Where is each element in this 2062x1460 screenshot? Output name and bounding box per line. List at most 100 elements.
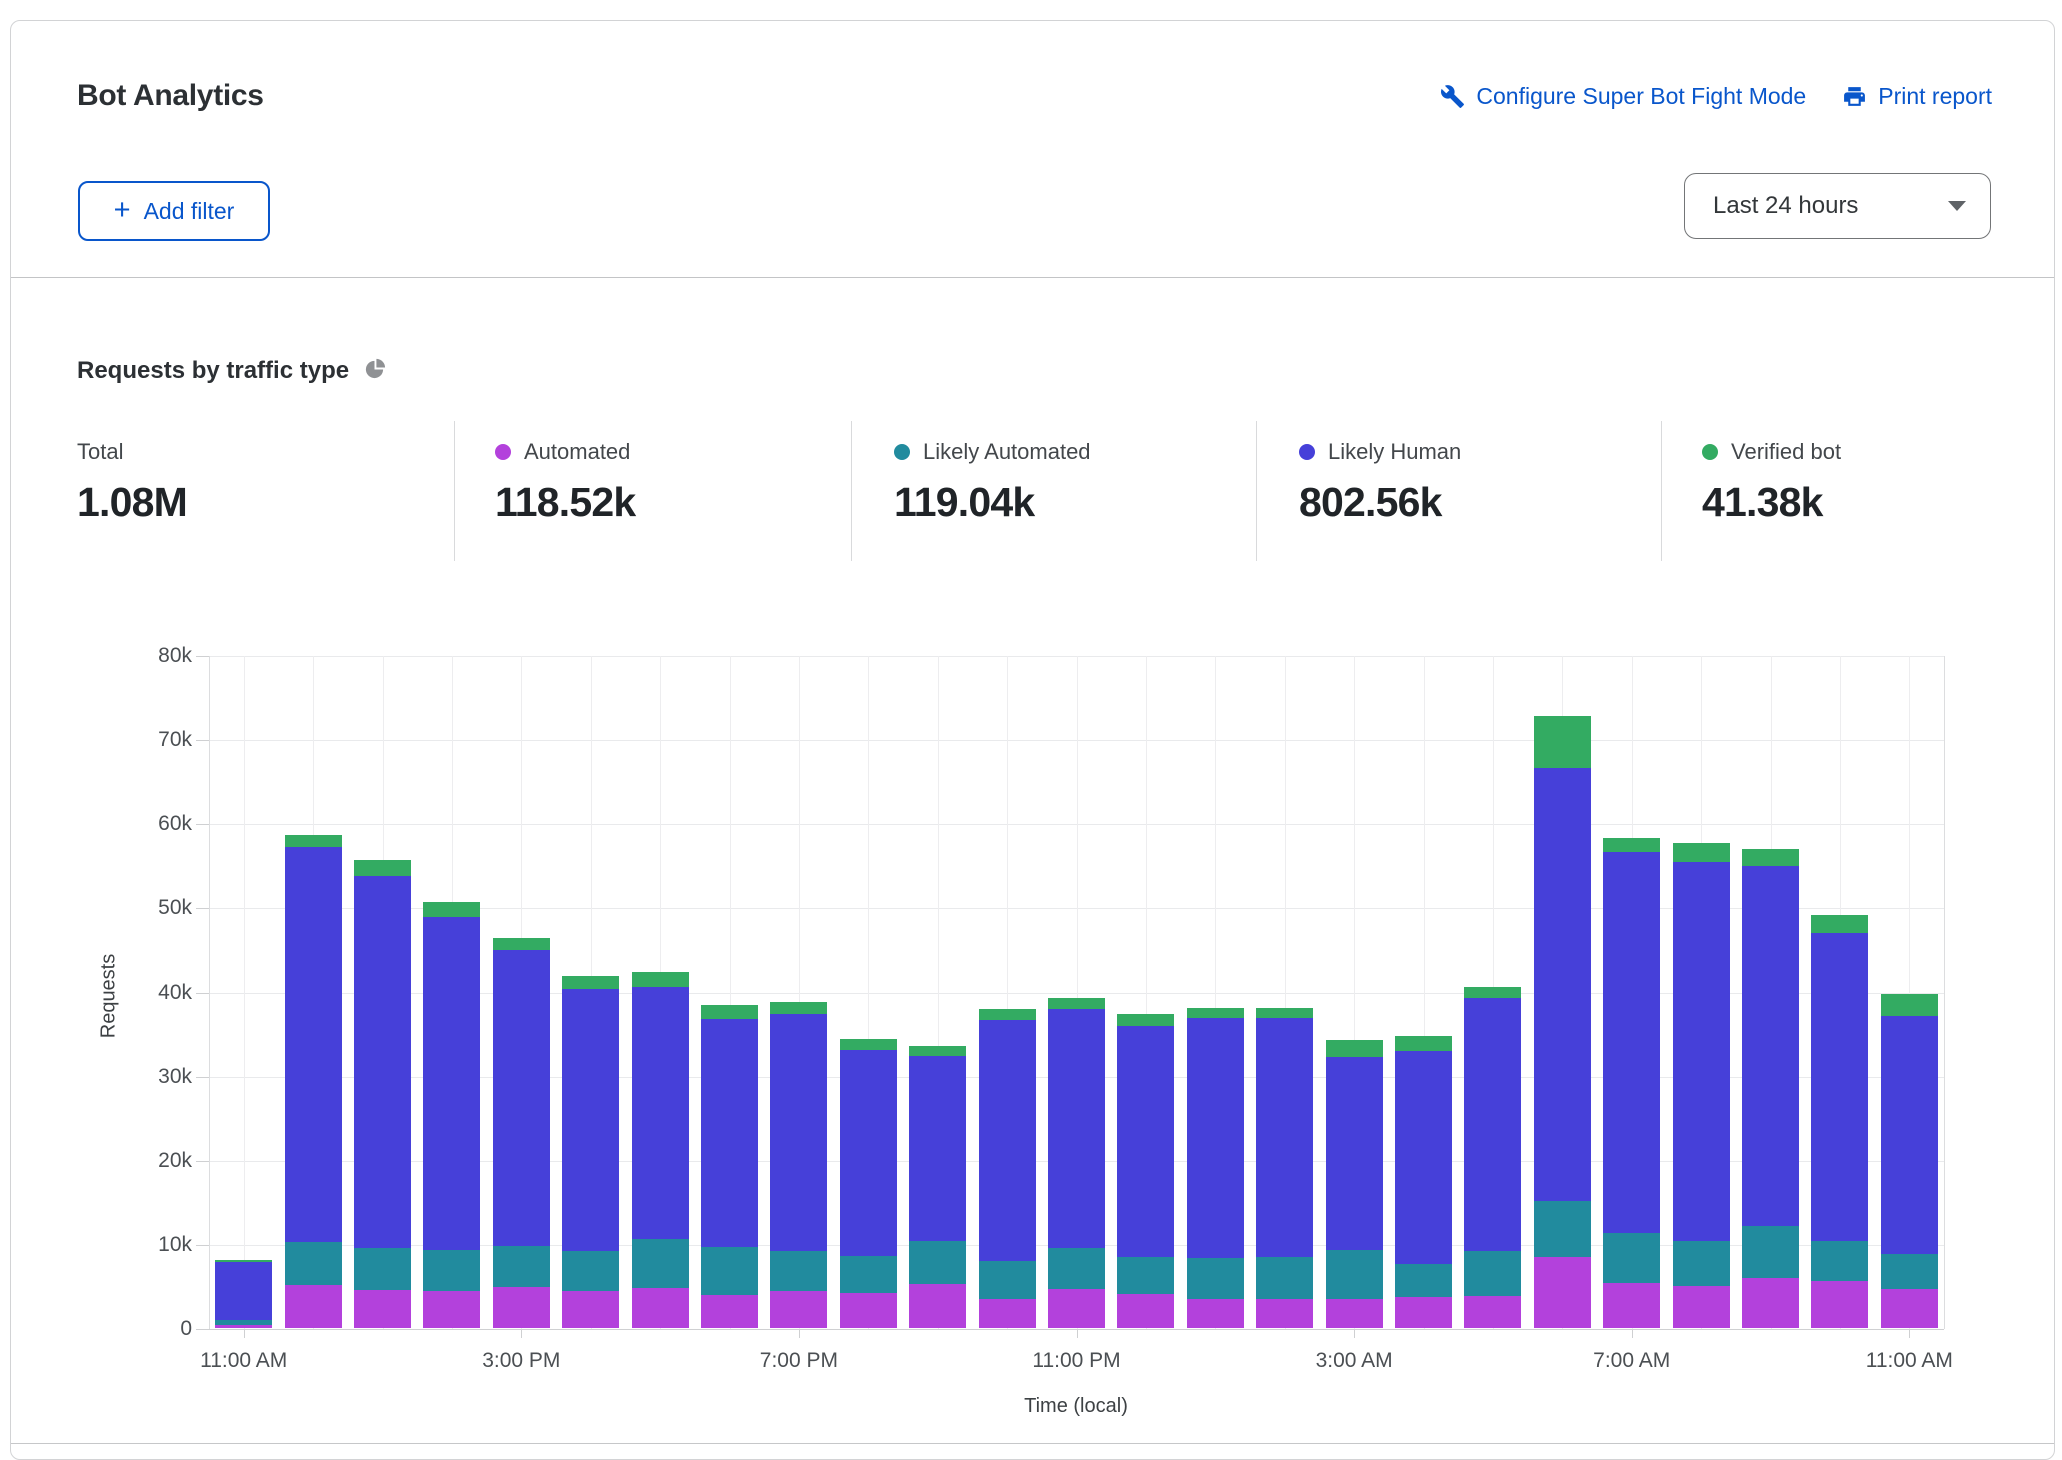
- bar-segment-verified-bot: [423, 902, 480, 917]
- x-tick-label: 3:00 AM: [1316, 1349, 1393, 1373]
- bar-segment-likely-automated: [1673, 1241, 1730, 1286]
- bar-segment-verified-bot: [1048, 998, 1105, 1009]
- chart-bar-4-00-am[interactable]: [1395, 1036, 1452, 1328]
- bar-segment-likely-human: [1881, 1016, 1938, 1254]
- bar-segment-likely-human: [354, 876, 411, 1248]
- bar-segment-likely-human: [632, 987, 689, 1239]
- stat-verified-bot[interactable]: Verified bot41.38k: [1702, 439, 1841, 526]
- bar-segment-likely-human: [1117, 1026, 1174, 1257]
- bar-segment-likely-automated: [1881, 1254, 1938, 1289]
- y-tick: [196, 1245, 209, 1246]
- y-tick-label: 0: [180, 1317, 192, 1341]
- bar-segment-automated: [840, 1293, 897, 1328]
- bar-segment-automated: [1742, 1278, 1799, 1328]
- x-tick-label: 7:00 PM: [760, 1349, 838, 1373]
- bar-segment-likely-human: [562, 989, 619, 1251]
- y-tick-label: 20k: [158, 1149, 192, 1173]
- bar-segment-verified-bot: [1187, 1008, 1244, 1017]
- bar-segment-likely-automated: [701, 1247, 758, 1295]
- chart-bar-1-00-pm[interactable]: [354, 860, 411, 1328]
- bar-segment-automated: [1464, 1296, 1521, 1328]
- bar-segment-likely-human: [1464, 998, 1521, 1251]
- stat-label-likely-human: Likely Human: [1328, 439, 1461, 465]
- time-range-select[interactable]: Last 24 hours: [1684, 173, 1991, 239]
- pie-chart-icon: [363, 357, 386, 385]
- chart-bar-9-00-am[interactable]: [1742, 849, 1799, 1328]
- legend-dot-automated: [495, 444, 511, 460]
- header-links: Configure Super Bot Fight Mode Print rep…: [1440, 83, 1992, 110]
- x-tick: [521, 1329, 522, 1338]
- chart-bar-11-00-pm[interactable]: [1048, 998, 1105, 1328]
- chart-bar-3-00-pm[interactable]: [493, 938, 550, 1328]
- bar-segment-likely-human: [493, 950, 550, 1246]
- bar-segment-likely-automated: [979, 1261, 1036, 1299]
- chart-bar-4-00-pm[interactable]: [562, 976, 619, 1328]
- y-tick-label: 60k: [158, 812, 192, 836]
- print-report-link[interactable]: Print report: [1842, 83, 1992, 110]
- printer-icon: [1842, 84, 1867, 109]
- y-tick-label: 50k: [158, 896, 192, 920]
- configure-link-label: Configure Super Bot Fight Mode: [1476, 83, 1806, 110]
- chart-bar-12-00-am[interactable]: [1117, 1014, 1174, 1328]
- chart-bar-6-00-pm[interactable]: [701, 1005, 758, 1328]
- bar-segment-verified-bot: [1326, 1040, 1383, 1057]
- bar-segment-automated: [909, 1284, 966, 1328]
- chart-bar-12-00-pm[interactable]: [285, 835, 342, 1328]
- bar-segment-automated: [1326, 1299, 1383, 1328]
- add-filter-button[interactable]: + Add filter: [78, 181, 270, 241]
- x-tick-label: 3:00 PM: [482, 1349, 560, 1373]
- stat-likely-human[interactable]: Likely Human802.56k: [1299, 439, 1461, 526]
- bar-segment-likely-automated: [1742, 1226, 1799, 1277]
- x-tick: [1077, 1329, 1078, 1338]
- configure-super-bot-fight-mode-link[interactable]: Configure Super Bot Fight Mode: [1440, 83, 1806, 110]
- bar-segment-automated: [632, 1288, 689, 1328]
- chart-bar-5-00-pm[interactable]: [632, 972, 689, 1328]
- chart-bar-6-00-am[interactable]: [1534, 716, 1591, 1328]
- bar-segment-automated: [1187, 1299, 1244, 1328]
- bar-segment-likely-human: [423, 917, 480, 1250]
- x-tick-label: 11:00 AM: [200, 1349, 287, 1373]
- chart-bar-7-00-am[interactable]: [1603, 838, 1660, 1328]
- y-tick-label: 30k: [158, 1065, 192, 1089]
- chart-bar-2-00-am[interactable]: [1256, 1008, 1313, 1328]
- y-tick-label: 40k: [158, 981, 192, 1005]
- bar-segment-automated: [1117, 1294, 1174, 1328]
- x-tick-label: 11:00 AM: [1866, 1349, 1953, 1373]
- stat-likely-automated[interactable]: Likely Automated119.04k: [894, 439, 1091, 526]
- stat-value-verified-bot: 41.38k: [1702, 479, 1841, 526]
- stat-total: Total1.08M: [77, 439, 187, 526]
- bar-segment-verified-bot: [1395, 1036, 1452, 1051]
- chevron-down-icon: [1948, 201, 1966, 211]
- bar-segment-automated: [493, 1287, 550, 1328]
- bar-segment-likely-automated: [1187, 1258, 1244, 1299]
- chart-bar-5-00-am[interactable]: [1464, 987, 1521, 1328]
- chart-bar-3-00-am[interactable]: [1326, 1040, 1383, 1328]
- bar-segment-verified-bot: [701, 1005, 758, 1019]
- bar-segment-automated: [354, 1290, 411, 1328]
- legend-dot-likely-human: [1299, 444, 1315, 460]
- bar-segment-automated: [701, 1295, 758, 1328]
- bar-segment-likely-human: [909, 1056, 966, 1241]
- chart-bar-10-00-pm[interactable]: [979, 1009, 1036, 1328]
- bar-segment-likely-human: [701, 1019, 758, 1247]
- chart-bar-10-00-am[interactable]: [1811, 915, 1868, 1328]
- chart-bar-8-00-am[interactable]: [1673, 843, 1730, 1328]
- bar-segment-likely-automated: [354, 1248, 411, 1290]
- bar-segment-likely-human: [215, 1262, 272, 1320]
- chart-bar-7-00-pm[interactable]: [770, 1002, 827, 1328]
- chart-bar-9-00-pm[interactable]: [909, 1046, 966, 1328]
- section-heading-row: Requests by traffic type: [77, 357, 386, 385]
- chart-bar-8-00-pm[interactable]: [840, 1039, 897, 1328]
- stat-divider: [454, 421, 455, 561]
- bar-segment-automated: [215, 1325, 272, 1328]
- bar-segment-automated: [423, 1291, 480, 1328]
- x-tick-label: 11:00 PM: [1032, 1349, 1120, 1373]
- chart-bar-11-00-am[interactable]: [215, 1260, 272, 1328]
- chart-bar-1-00-am[interactable]: [1187, 1008, 1244, 1328]
- plus-icon: +: [114, 196, 131, 225]
- y-tick: [196, 824, 209, 825]
- chart-bar-11-00-am[interactable]: [1881, 994, 1938, 1328]
- chart-bar-2-00-pm[interactable]: [423, 902, 480, 1328]
- y-tick-label: 70k: [158, 728, 192, 752]
- stat-automated[interactable]: Automated118.52k: [495, 439, 635, 526]
